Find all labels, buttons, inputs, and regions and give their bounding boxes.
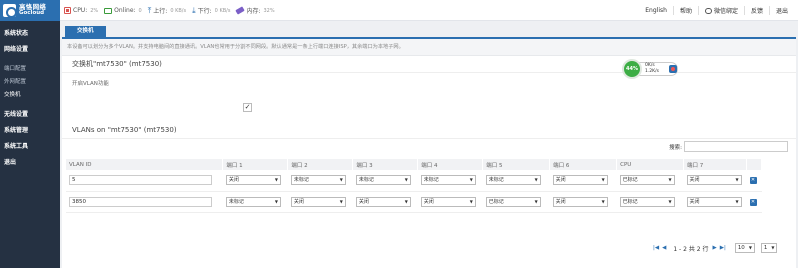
- table-row: 3850 未标记 关闭 关闭 关闭 已标记 关闭 已标记 关闭 ✕: [66, 191, 762, 213]
- port-select[interactable]: 关闭: [290, 196, 346, 207]
- monitor-icon: [104, 7, 113, 14]
- enable-vlan-label: 开启VLAN功能: [72, 80, 109, 87]
- cpu-value: 2%: [90, 7, 99, 14]
- sidebar-item-wireless[interactable]: 无线设置: [0, 107, 60, 123]
- delete-row-icon[interactable]: ✕: [749, 198, 757, 206]
- logo-icon: [3, 4, 17, 18]
- brand-logo[interactable]: 高恪网络 Gocloud: [0, 0, 60, 21]
- top-links: English 帮助 微信绑定 反馈 退出: [639, 0, 794, 21]
- port-select[interactable]: 关闭: [552, 196, 608, 207]
- help-link[interactable]: 帮助: [672, 6, 698, 15]
- sidebar-subitem-switch[interactable]: 交换机: [0, 89, 60, 102]
- port-select[interactable]: 已标记: [485, 196, 541, 207]
- language-link[interactable]: English: [639, 7, 673, 14]
- column-header: CPU: [616, 159, 685, 170]
- memory-icon: [235, 6, 246, 15]
- wechat-icon: [704, 7, 712, 14]
- tab-bar: 交换机: [62, 23, 796, 37]
- port-select[interactable]: 未标记: [420, 175, 476, 186]
- port-select[interactable]: 关闭: [686, 175, 742, 186]
- port-select[interactable]: 未标记: [355, 175, 411, 186]
- cpu-select[interactable]: 已标记: [619, 196, 675, 207]
- monitor-badge-icon: [669, 65, 677, 73]
- table-row: 5 关闭 未标记 未标记 未标记 未标记 关闭 已标记 关闭 ✕: [66, 170, 762, 192]
- column-header: 端口 5: [482, 159, 551, 170]
- sidebar-item-exit[interactable]: 退出: [0, 155, 60, 171]
- gauge-percent: 44%: [622, 59, 642, 79]
- last-page-icon[interactable]: ▶|: [720, 245, 726, 251]
- vlans-panel: VLANs on "mt7530" (mt7530) 搜索: VLAN ID 端…: [62, 121, 796, 268]
- wechat-bind-link[interactable]: 微信绑定: [697, 6, 744, 15]
- search-input[interactable]: [684, 141, 788, 152]
- page-size-select[interactable]: 10 ▼: [734, 243, 755, 253]
- sidebar-subitem-port-config[interactable]: 端口配置: [0, 63, 60, 76]
- network-monitor-widget[interactable]: 44% 0K/s 1.2K/s: [622, 59, 680, 80]
- pagination: |◀ ◀ 1 - 2 共 2 行 ▶ ▶| 10 ▼ 1 ▼: [653, 243, 778, 253]
- system-stats: CPU: 2% Online: 0 ⤒ 上行: 0 KB/s ⤓ 下行: 0 K…: [64, 0, 281, 21]
- upload-arrow-icon: ⤒: [147, 5, 152, 15]
- first-page-icon[interactable]: |◀: [653, 245, 659, 251]
- sidebar-subitem-wan-config[interactable]: 外网配置: [0, 76, 60, 89]
- cpu-select[interactable]: 已标记: [619, 175, 675, 186]
- online-stat: Online: 0: [104, 7, 142, 14]
- upload-stat: ⤒ 上行: 0 KB/s: [147, 5, 187, 15]
- port-select[interactable]: 关闭: [225, 175, 281, 186]
- port-select[interactable]: 未标记: [485, 175, 541, 186]
- port-select[interactable]: 未标记: [290, 175, 346, 186]
- delete-row-icon[interactable]: ✕: [749, 177, 757, 185]
- logout-link[interactable]: 退出: [768, 6, 794, 15]
- tab-switch[interactable]: 交换机: [65, 26, 106, 37]
- upload-value: 0 KB/s: [170, 7, 187, 14]
- top-bar: 高恪网络 Gocloud CPU: 2% Online: 0 ⤒ 上行: 0 K…: [0, 0, 798, 21]
- memory-value: 32%: [263, 7, 275, 14]
- column-header: 端口 2: [287, 159, 354, 170]
- port-select[interactable]: 关闭: [686, 196, 742, 207]
- sidebar-item-system-status[interactable]: 系统状态: [0, 26, 60, 42]
- pagination-text: 1 - 2 共 2 行: [673, 245, 709, 253]
- chevron-down-icon: ▼: [771, 245, 775, 250]
- gauge-upload: 0K/s: [645, 63, 655, 68]
- search-label: 搜索:: [669, 144, 682, 151]
- prev-page-icon[interactable]: ◀: [662, 245, 666, 251]
- cpu-stat: CPU: 2%: [64, 7, 98, 14]
- search-box: 搜索:: [669, 141, 788, 152]
- download-value: 0 KB/s: [214, 7, 231, 14]
- download-arrow-icon: ⤓: [192, 5, 196, 15]
- page-number-select[interactable]: 1 ▼: [760, 243, 778, 253]
- gauge-download: 1.2K/s: [645, 69, 659, 74]
- vlans-title: VLANs on "mt7530" (mt7530): [62, 121, 796, 139]
- cpu-icon: [64, 7, 71, 14]
- online-value: 0: [138, 7, 142, 14]
- vlan-id-input[interactable]: 3850: [69, 196, 212, 207]
- chevron-down-icon: ▼: [748, 245, 752, 250]
- download-stat: ⤓ 下行: 0 KB/s: [192, 5, 231, 15]
- column-header: 端口 3: [352, 159, 419, 170]
- port-select[interactable]: 关闭: [552, 175, 608, 186]
- enable-vlan-row: 开启VLAN功能: [62, 73, 796, 92]
- main-content: 交换机 本设备可以划分为多个VLAN。并支持电脑间的直接通讯。VLAN也常用于分…: [62, 23, 796, 268]
- column-header: 端口 7: [683, 159, 747, 170]
- switch-panel: 本设备可以划分为多个VLAN。并支持电脑间的直接通讯。VLAN也常用于分割不同网…: [62, 37, 796, 131]
- brand-name-en: Gocloud: [19, 10, 45, 17]
- port-select[interactable]: 关闭: [355, 196, 411, 207]
- sidebar: 系统状态 网络设置 端口配置 外网配置 交换机 无线设置 系统管理 系统工具 退…: [0, 21, 60, 268]
- sidebar-item-network[interactable]: 网络设置: [0, 42, 60, 58]
- column-header: 端口 6: [549, 159, 618, 170]
- switch-title: 交换机"mt7530" (mt7530): [62, 56, 796, 73]
- memory-stat: 内存: 32%: [235, 6, 275, 15]
- column-header: 端口 4: [417, 159, 484, 170]
- enable-vlan-checkbox[interactable]: ✓: [243, 103, 252, 112]
- vlan-id-input[interactable]: 5: [69, 175, 212, 186]
- column-header: 端口 1: [222, 159, 289, 170]
- port-select[interactable]: 未标记: [225, 196, 281, 207]
- next-page-icon[interactable]: ▶: [712, 245, 716, 251]
- port-select[interactable]: 关闭: [420, 196, 476, 207]
- feedback-link[interactable]: 反馈: [743, 6, 769, 15]
- column-header: VLAN ID: [66, 159, 224, 170]
- sidebar-item-system-management[interactable]: 系统管理: [0, 123, 60, 139]
- description-text: 本设备可以划分为多个VLAN。并支持电脑间的直接通讯。VLAN也常用于分割不同网…: [62, 39, 796, 56]
- sidebar-item-system-tools[interactable]: 系统工具: [0, 139, 60, 155]
- table-header-row: VLAN ID 端口 1 端口 2 端口 3 端口 4 端口 5 端口 6 CP…: [66, 159, 762, 170]
- vlan-table: VLAN ID 端口 1 端口 2 端口 3 端口 4 端口 5 端口 6 CP…: [66, 159, 762, 213]
